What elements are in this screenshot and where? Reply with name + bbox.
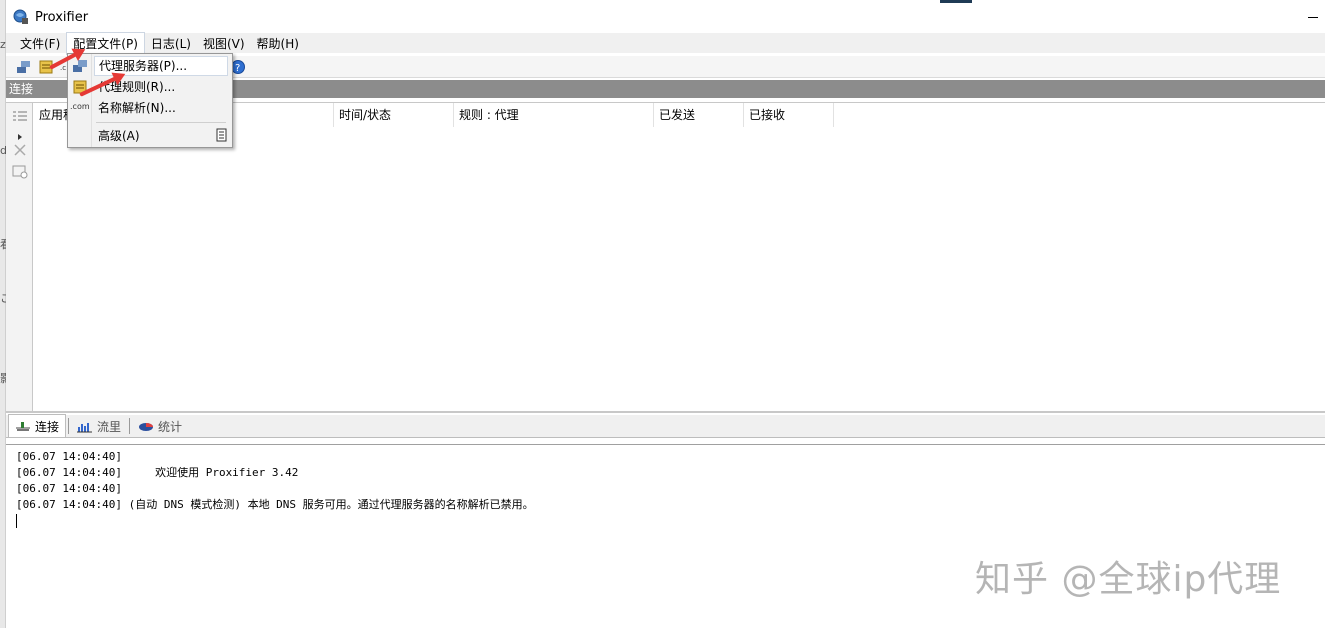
window-icon[interactable] [12, 165, 28, 179]
title-bar[interactable]: Proxifier [6, 3, 1325, 31]
column-header-time-status[interactable]: 时间/状态 [334, 103, 454, 127]
svg-text:?: ? [235, 63, 240, 74]
bottom-tabs: 连接 流里 统计 [6, 414, 1325, 438]
tab-separator [68, 418, 70, 434]
proxy-servers-icon [72, 58, 88, 74]
menu-log[interactable]: 日志(L) [145, 33, 197, 54]
svg-text:.c: .c [60, 64, 66, 72]
log-line: [06.07 14:04:40] 欢迎使用 Proxifier 3.42 [16, 466, 299, 479]
proxifier-window: z d 看 こ 影 Proxifier 文件(F) 配置文件(P) 日志(L) … [0, 0, 1325, 628]
menu-item-name-resolution[interactable]: 名称解析(N)... [98, 98, 228, 118]
connections-tab-icon [16, 422, 30, 431]
side-toolbar [6, 103, 33, 412]
menu-help[interactable]: 帮助(H) [251, 33, 305, 54]
menu-view[interactable]: 视图(V) [197, 33, 251, 54]
proxifier-app-icon [13, 9, 29, 25]
menu-separator [96, 122, 226, 123]
log-line: [06.07 14:04:40] [16, 482, 122, 495]
menu-bar: 文件(F) 配置文件(P) 日志(L) 视图(V) 帮助(H) [6, 31, 1325, 55]
close-connection-icon[interactable] [13, 143, 27, 157]
tab-label: 统计 [158, 420, 183, 434]
connections-panel: 应用程 时间/状态 规则 : 代理 已发送 已接收 [6, 102, 1325, 413]
menu-item-advanced[interactable]: 高级(A) [98, 126, 228, 146]
menu-file[interactable]: 文件(F) [14, 33, 66, 54]
text-caret [16, 514, 17, 528]
panel-divider[interactable] [6, 411, 1325, 413]
traffic-chart-icon [77, 422, 93, 432]
connections-icon[interactable] [16, 59, 32, 75]
log-line: [06.07 14:04:40] (自动 DNS 模式检测) 本地 DNS 服务… [16, 498, 534, 511]
window-title: Proxifier [35, 9, 89, 25]
tab-separator [129, 418, 131, 434]
column-header-sent[interactable]: 已发送 [654, 103, 744, 127]
tab-connections[interactable]: 连接 [8, 414, 67, 437]
submenu-document-icon [216, 128, 228, 142]
tab-label: 连接 [35, 419, 60, 434]
dns-com-icon: .com [70, 102, 90, 111]
tab-statistics[interactable]: 统计 [132, 416, 188, 437]
tab-label: 流里 [97, 420, 122, 434]
column-header-received[interactable]: 已接收 [744, 103, 834, 127]
expand-arrow-icon[interactable] [17, 129, 23, 140]
statistics-pie-icon [139, 422, 154, 431]
minimize-button[interactable] [1305, 9, 1321, 23]
details-icon[interactable] [12, 110, 28, 124]
tab-traffic[interactable]: 流里 [71, 416, 127, 437]
column-header-rule-proxy[interactable]: 规则 : 代理 [454, 103, 654, 127]
log-line: [06.07 14:04:40] [16, 450, 122, 463]
profile-dropdown-menu: .com 代理服务器(P)... 代理规则(R)... 名称解析(N)... 高… [67, 53, 233, 148]
menu-icon-gutter: .com [68, 54, 92, 147]
watermark: 知乎 @全球ip代理 [975, 559, 1282, 600]
